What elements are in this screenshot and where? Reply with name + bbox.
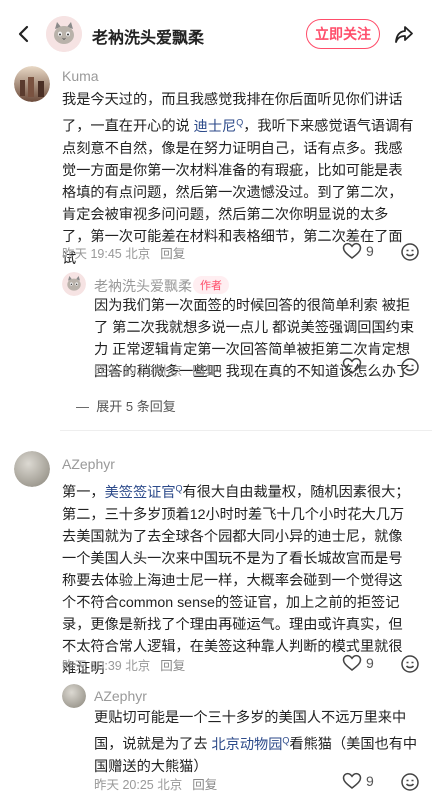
search-link-label: 迪士尼: [193, 118, 237, 135]
reply-button[interactable]: 回复: [192, 364, 217, 378]
reply-button[interactable]: 回复: [160, 659, 185, 673]
emoji-react-button[interactable]: [400, 772, 420, 792]
follow-button[interactable]: 立即关注: [306, 19, 380, 49]
heart-icon: [342, 357, 362, 374]
like-count: 9: [366, 243, 374, 259]
commenter-name[interactable]: Kuma: [62, 68, 99, 84]
search-link-label: 北京动物园: [211, 736, 283, 753]
emoji-react-button[interactable]: [400, 654, 420, 674]
commenter-avatar[interactable]: [14, 451, 50, 487]
like-button[interactable]: 9: [342, 242, 374, 260]
smiley-icon: [401, 243, 419, 261]
emoji-react-button[interactable]: [400, 242, 420, 262]
comment-text-part: 有很大自由裁量权，随机因素很大；第二，三十多岁顶着12小时时差飞十几个小时花大几…: [62, 484, 410, 677]
comment-time: 昨天 19:39 北京: [62, 659, 151, 673]
expand-replies-button[interactable]: — 展开 5 条回复: [76, 396, 176, 415]
like-count: 9: [366, 773, 374, 789]
like-button[interactable]: 9: [342, 772, 374, 790]
reply-text: 更贴切可能是一个三十多岁的美国人不远万里来中国，说就是为了去 北京动物园Q看熊猫…: [94, 707, 420, 778]
smiley-icon: [401, 773, 419, 791]
like-button[interactable]: [342, 357, 362, 375]
chevron-left-icon: [18, 25, 29, 43]
top-nav-bar: 老衲洗头爱飘柔 立即关注: [0, 0, 432, 66]
reply-button[interactable]: 回复: [192, 778, 217, 792]
commenter-name[interactable]: AZephyr: [62, 456, 115, 472]
replier-name[interactable]: AZephyr: [94, 688, 147, 704]
author-tag: 作者: [193, 276, 229, 294]
photo-avatar-icon: [62, 684, 86, 708]
like-count: 9: [366, 655, 374, 671]
heart-icon: [342, 654, 362, 671]
cat-avatar-icon: [62, 272, 86, 296]
author-name[interactable]: 老衲洗头爱飘柔: [92, 24, 204, 48]
reply-meta: 昨天 19:50 北京 回复: [94, 360, 217, 379]
author-avatar[interactable]: [46, 16, 82, 52]
replier-avatar[interactable]: [62, 272, 86, 296]
search-icon: Q: [175, 483, 183, 493]
smiley-icon: [401, 655, 419, 673]
comment-meta: 昨天 19:39 北京 回复: [62, 655, 185, 674]
reply-meta: 昨天 20:25 北京 回复: [94, 774, 217, 793]
comment-time: 昨天 19:45 北京: [62, 247, 151, 261]
reply-button[interactable]: 回复: [160, 247, 185, 261]
cat-avatar-icon: [46, 16, 82, 52]
search-link-label: 美签签证官: [104, 484, 176, 501]
search-link[interactable]: 美签签证官Q: [104, 483, 183, 501]
replier-name[interactable]: 老衲洗头爱飘柔: [94, 276, 192, 296]
comment-text-part: 第一，: [62, 484, 105, 501]
reply-time: 昨天 19:50 北京: [94, 364, 183, 378]
reply-time: 昨天 20:25 北京: [94, 778, 183, 792]
heart-icon: [342, 772, 362, 789]
search-link[interactable]: 迪士尼Q: [193, 117, 244, 135]
smiley-icon: [401, 358, 419, 376]
commenter-avatar[interactable]: [14, 66, 50, 102]
back-button[interactable]: [10, 20, 38, 48]
share-icon: [395, 26, 413, 43]
search-link[interactable]: 北京动物园Q: [211, 735, 289, 753]
photo-avatar-icon: [14, 451, 50, 487]
like-button[interactable]: 9: [342, 654, 374, 672]
comment-text: 第一，美签签证官Q有很大自由裁量权，随机因素很大；第二，三十多岁顶着12小时时差…: [62, 477, 414, 680]
divider: [60, 430, 432, 431]
emoji-react-button[interactable]: [400, 357, 420, 377]
expand-replies-label: 展开 5 条回复: [96, 399, 176, 414]
photo-avatar-icon: [14, 66, 50, 102]
replier-avatar[interactable]: [62, 684, 86, 708]
heart-icon: [342, 242, 362, 259]
share-button[interactable]: [390, 20, 418, 48]
comment-meta: 昨天 19:45 北京 回复: [62, 243, 185, 262]
